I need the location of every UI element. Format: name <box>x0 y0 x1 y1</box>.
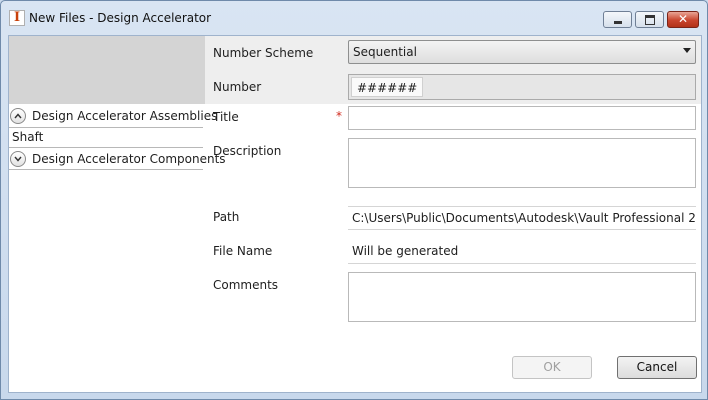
title-label: Title <box>213 110 239 124</box>
number-label: Number <box>213 80 262 94</box>
maximize-button[interactable] <box>635 11 664 28</box>
number-scheme-value: Sequential <box>353 45 417 59</box>
number-value: ###### <box>351 77 424 97</box>
list-item-shaft[interactable]: Shaft <box>12 130 43 144</box>
expander-components[interactable]: Design Accelerator Components <box>9 149 226 169</box>
dialog-content: Design Accelerator Assemblies Shaft Desi… <box>8 35 702 393</box>
dropdown-arrow-icon <box>683 48 691 53</box>
description-textarea[interactable] <box>348 138 696 188</box>
comments-label: Comments <box>213 278 279 292</box>
divider <box>9 147 203 148</box>
number-scheme-label: Number Scheme <box>213 46 314 60</box>
divider <box>9 169 203 170</box>
file-name-value: Will be generated <box>348 240 696 264</box>
number-scheme-select[interactable]: Sequential <box>348 40 696 64</box>
ok-button[interactable]: OK <box>512 356 592 379</box>
path-value: C:\Users\Public\Documents\Autodesk\Vault… <box>348 206 696 230</box>
divider <box>9 127 203 128</box>
cancel-button[interactable]: Cancel <box>617 356 697 379</box>
inventor-app-icon: I <box>9 10 25 26</box>
minimize-button[interactable] <box>603 11 632 28</box>
expander-assemblies-label: Design Accelerator Assemblies <box>32 109 218 123</box>
chevron-up-icon[interactable] <box>10 108 26 124</box>
path-label: Path <box>213 210 240 224</box>
close-icon: ✕ <box>677 12 689 26</box>
title-input[interactable] <box>348 106 696 130</box>
close-button[interactable]: ✕ <box>667 11 699 28</box>
chevron-down-icon[interactable] <box>10 151 26 167</box>
window-title: New Files - Design Accelerator <box>29 11 212 25</box>
comments-textarea[interactable] <box>348 272 696 322</box>
required-marker: * <box>336 109 342 123</box>
expander-components-label: Design Accelerator Components <box>32 152 226 166</box>
number-field: ###### <box>348 74 696 100</box>
title-bar[interactable]: I New Files - Design Accelerator ✕ <box>1 1 707 35</box>
new-files-dialog: I New Files - Design Accelerator ✕ Desig… <box>0 0 708 400</box>
description-label: Description <box>213 144 282 158</box>
expander-assemblies[interactable]: Design Accelerator Assemblies <box>9 106 217 126</box>
left-panel-header <box>9 36 205 104</box>
file-name-label: File Name <box>213 244 273 258</box>
